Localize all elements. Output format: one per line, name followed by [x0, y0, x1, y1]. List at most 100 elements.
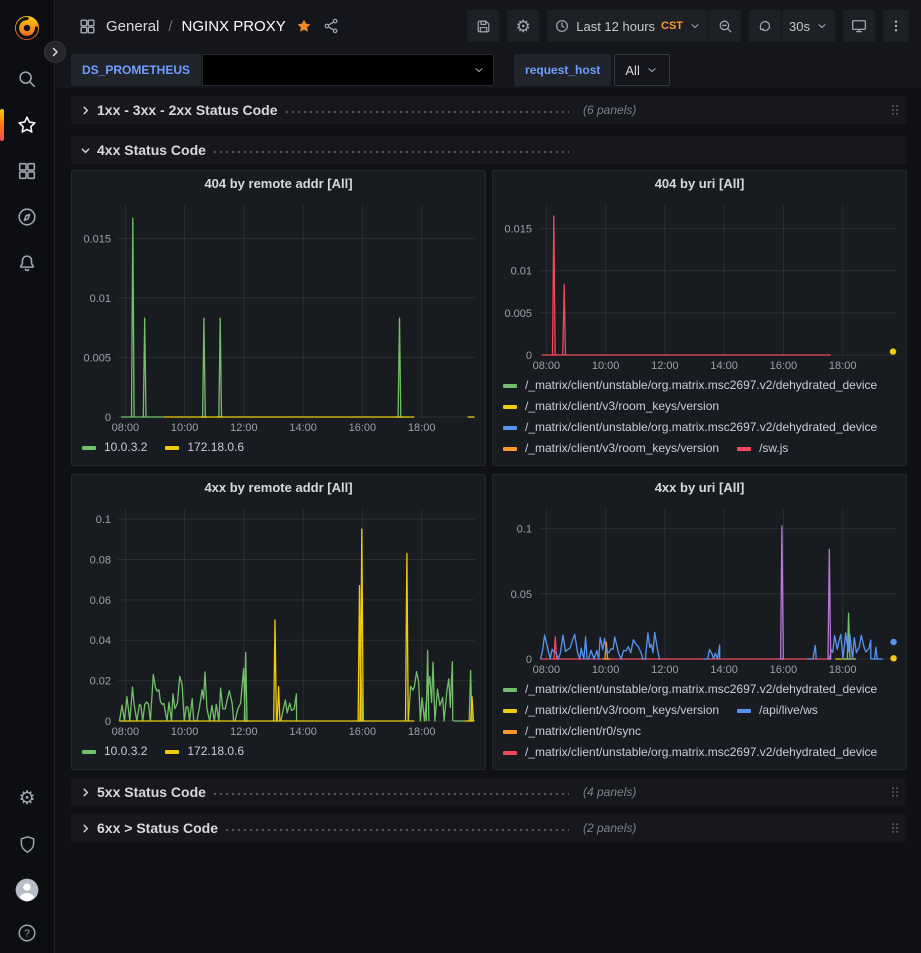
svg-text:14:00: 14:00 — [710, 664, 738, 676]
share-icon[interactable] — [322, 17, 340, 35]
chart-svg: 08:0010:0012:0014:0016:0018:0000.050.1 — [493, 501, 906, 677]
datasource-variable-select[interactable] — [202, 54, 494, 86]
sidebar-item-server-admin[interactable] — [0, 821, 54, 867]
legend-item[interactable]: /_matrix/client/v3/room_keys/version — [503, 438, 719, 459]
legend-item[interactable]: /api/live/ws — [737, 700, 818, 721]
chart-svg: 08:0010:0012:0014:0016:0018:0000.020.040… — [72, 501, 485, 739]
svg-text:14:00: 14:00 — [289, 726, 317, 738]
dashboard-settings-button[interactable]: ⚙ — [507, 10, 539, 42]
variable-datasource: DS_PROMETHEUS — [71, 54, 494, 86]
row-header-4xx[interactable]: 4xx Status Code — [71, 136, 906, 164]
svg-text:0.01: 0.01 — [90, 293, 111, 305]
legend-item[interactable]: /_matrix/client/r0/sync — [503, 721, 641, 742]
datasource-variable-label[interactable]: DS_PROMETHEUS — [71, 54, 201, 86]
save-dashboard-button[interactable] — [467, 10, 499, 42]
chevron-down-icon — [473, 64, 485, 76]
panel-title[interactable]: 404 by uri [All] — [493, 171, 906, 197]
sidebar-item-alerting[interactable] — [0, 240, 54, 286]
legend-swatch — [503, 426, 517, 430]
legend-swatch — [503, 709, 517, 713]
legend-item[interactable]: /_matrix/client/unstable/org.matrix.msc2… — [503, 679, 877, 700]
legend-item[interactable]: /_matrix/client/unstable/org.matrix.msc2… — [503, 417, 877, 438]
legend-swatch — [737, 447, 751, 451]
variables-submenu: DS_PROMETHEUS request_host All — [56, 52, 921, 88]
panel-title[interactable]: 4xx by remote addr [All] — [72, 475, 485, 501]
legend-item[interactable]: 172.18.0.6 — [165, 741, 244, 762]
svg-text:0.08: 0.08 — [90, 554, 111, 566]
legend-item[interactable]: 10.0.3.2 — [82, 741, 147, 762]
row-panel-count: (6 panels) — [583, 103, 636, 117]
svg-text:16:00: 16:00 — [349, 422, 377, 434]
row-main: 4xx Status Code — [93, 141, 569, 159]
zoom-out-icon — [717, 18, 734, 35]
chevron-down-icon — [816, 20, 828, 32]
chevron-down-icon — [689, 20, 701, 32]
star-icon — [16, 114, 38, 136]
dashboard-canvas: 1xx - 3xx - 2xx Status Code (6 panels) 4… — [56, 88, 921, 953]
timeseries-chart[interactable]: 08:0010:0012:0014:0016:0018:0000.020.040… — [72, 501, 485, 739]
svg-text:14:00: 14:00 — [710, 360, 738, 372]
legend-label: /_matrix/client/r0/sync — [525, 721, 641, 742]
row-drag-handle[interactable] — [888, 820, 902, 836]
grafana-logo-icon — [12, 13, 42, 43]
legend-swatch — [503, 730, 517, 734]
legend-label: 172.18.0.6 — [187, 437, 244, 458]
sidebar-item-starred[interactable] — [0, 102, 54, 148]
request-host-variable-select[interactable]: All — [614, 54, 670, 86]
panel-legend: 10.0.3.2 172.18.0.6 — [72, 739, 485, 769]
chevron-down-icon — [77, 145, 93, 156]
svg-text:0: 0 — [105, 716, 111, 728]
panel-title[interactable]: 4xx by uri [All] — [493, 475, 906, 501]
legend-item[interactable]: 10.0.3.2 — [82, 437, 147, 458]
sidebar-item-explore[interactable] — [0, 194, 54, 240]
legend-label: /_matrix/client/unstable/org.matrix.msc2… — [525, 742, 877, 763]
timeseries-chart[interactable]: 08:0010:0012:0014:0016:0018:0000.0050.01… — [72, 197, 485, 435]
save-icon — [475, 18, 492, 35]
legend-item[interactable]: /_matrix/client/unstable/org.matrix.msc2… — [503, 742, 877, 763]
sidebar-item-search[interactable] — [0, 56, 54, 102]
tv-mode-button[interactable] — [843, 10, 875, 42]
time-range-picker[interactable]: Last 12 hours CST — [547, 10, 708, 42]
refresh-button[interactable] — [749, 10, 781, 42]
panel-title[interactable]: 404 by remote addr [All] — [72, 171, 485, 197]
sidebar-expand-button[interactable] — [44, 41, 66, 63]
svg-text:12:00: 12:00 — [230, 726, 258, 738]
legend-item[interactable]: /_matrix/client/unstable/org.matrix.msc2… — [503, 375, 877, 396]
legend-item[interactable]: /_matrix/client/v3/room_keys/version — [503, 700, 719, 721]
row-drag-handle[interactable] — [888, 102, 902, 118]
row-drag-handle[interactable] — [888, 784, 902, 800]
zoom-out-button[interactable] — [709, 10, 741, 42]
request-host-variable-label[interactable]: request_host — [514, 54, 611, 86]
legend-item[interactable]: /_matrix/client/v3/room_keys/version — [503, 396, 719, 417]
legend-swatch — [503, 384, 517, 388]
legend-swatch — [503, 405, 517, 409]
gear-icon: ⚙ — [18, 789, 35, 808]
breadcrumb-section[interactable]: General — [106, 18, 159, 35]
row-header-1xx-3xx-2xx[interactable]: 1xx - 3xx - 2xx Status Code (6 panels) — [71, 96, 906, 124]
toolbar-actions: ⚙ Last 12 hours CST — [467, 10, 909, 42]
svg-text:0.015: 0.015 — [83, 233, 111, 245]
timeseries-chart[interactable]: 08:0010:0012:0014:0016:0018:0000.0050.01… — [493, 197, 906, 373]
refresh-group: 30s — [749, 10, 835, 42]
legend-item[interactable]: /sw.js — [737, 438, 788, 459]
dashboard-title[interactable]: NGINX PROXY — [182, 18, 286, 35]
legend-swatch — [737, 709, 751, 713]
timeseries-chart[interactable]: 08:0010:0012:0014:0016:0018:0000.050.1 — [493, 501, 906, 677]
favorite-star-icon[interactable] — [295, 17, 313, 35]
row-header-5xx[interactable]: 5xx Status Code (4 panels) — [71, 778, 906, 806]
row-header-6xx[interactable]: 6xx > Status Code (2 panels) — [71, 814, 906, 842]
row-panel-count: (4 panels) — [583, 785, 636, 799]
sidebar-item-profile[interactable] — [0, 867, 54, 913]
legend-label: /sw.js — [759, 438, 788, 459]
sidebar-item-dashboards[interactable] — [0, 148, 54, 194]
row-main: 5xx Status Code — [93, 783, 569, 801]
sidebar-item-configuration[interactable]: ⚙ — [0, 775, 54, 821]
svg-text:0.1: 0.1 — [517, 524, 532, 536]
legend-item[interactable]: 172.18.0.6 — [165, 437, 244, 458]
more-options-button[interactable] — [883, 10, 909, 42]
sidebar-item-help[interactable]: ? — [0, 913, 54, 953]
svg-text:?: ? — [24, 929, 30, 940]
svg-text:0.1: 0.1 — [96, 514, 111, 526]
legend-swatch — [82, 446, 96, 450]
refresh-interval-picker[interactable]: 30s — [782, 10, 835, 42]
